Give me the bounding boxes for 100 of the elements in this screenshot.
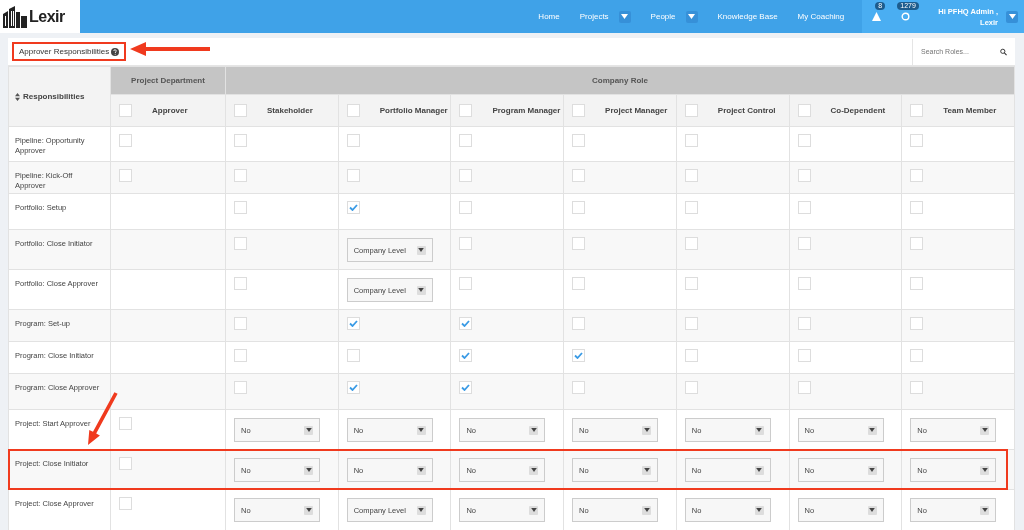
checkbox[interactable] <box>234 201 247 214</box>
checkbox[interactable] <box>459 381 473 394</box>
caret-icon <box>980 505 990 515</box>
checkbox[interactable] <box>797 104 811 117</box>
dropdown-button[interactable] <box>618 10 631 23</box>
dropdown-button[interactable] <box>685 10 698 23</box>
column-header[interactable]: Responsibilities <box>8 66 111 127</box>
checkbox[interactable] <box>572 104 586 117</box>
checkbox[interactable] <box>234 237 247 250</box>
checkbox[interactable] <box>684 169 698 182</box>
checkbox[interactable] <box>234 277 247 290</box>
warning-icon[interactable] <box>872 12 882 21</box>
checkbox[interactable] <box>684 381 698 394</box>
user-menu-button[interactable] <box>1006 10 1018 23</box>
checkbox[interactable] <box>684 317 698 330</box>
caret-icon <box>416 285 426 295</box>
checkbox[interactable] <box>459 201 473 214</box>
caret-icon <box>1008 14 1016 19</box>
checkbox[interactable] <box>797 169 811 182</box>
checkbox[interactable] <box>346 349 360 362</box>
column-header: Team Member <box>943 106 997 115</box>
arrow-icon <box>130 41 210 57</box>
caret-icon <box>304 425 313 435</box>
checkbox[interactable] <box>346 104 360 117</box>
checkbox[interactable] <box>910 277 924 290</box>
checkbox[interactable] <box>234 134 247 147</box>
checkbox[interactable] <box>119 134 132 147</box>
caret-icon <box>642 505 652 515</box>
checkbox[interactable] <box>459 237 473 250</box>
checkbox[interactable] <box>234 317 247 330</box>
checkbox[interactable] <box>797 134 811 147</box>
checkbox[interactable] <box>910 104 924 117</box>
checkbox[interactable] <box>119 417 132 430</box>
checkbox[interactable] <box>459 134 473 147</box>
checkbox[interactable] <box>572 317 586 330</box>
checkbox[interactable] <box>346 169 360 182</box>
checkbox[interactable] <box>797 201 811 214</box>
group-header: Project Department <box>110 66 226 95</box>
caret-icon <box>621 14 629 19</box>
checkbox[interactable] <box>910 169 924 182</box>
refresh-icon[interactable] <box>901 12 911 21</box>
caret-icon <box>642 465 652 475</box>
checkbox[interactable] <box>572 381 586 394</box>
checkbox[interactable] <box>234 104 247 117</box>
checkbox[interactable] <box>346 201 360 214</box>
checkbox[interactable] <box>684 349 698 362</box>
checkbox[interactable] <box>797 317 811 330</box>
column-header: Approver <box>152 106 188 115</box>
checkbox[interactable] <box>234 381 247 394</box>
group-header: Company Role <box>225 66 1015 95</box>
checkbox[interactable] <box>797 381 811 394</box>
checkbox[interactable] <box>459 169 473 182</box>
checkbox[interactable] <box>119 104 132 117</box>
checkbox[interactable] <box>910 134 924 147</box>
checkbox[interactable] <box>572 169 586 182</box>
checkbox[interactable] <box>459 317 473 330</box>
checkbox[interactable] <box>346 317 360 330</box>
checkbox[interactable] <box>119 169 132 182</box>
checkbox[interactable] <box>572 349 586 362</box>
checkbox[interactable] <box>910 381 924 394</box>
column-header: Project Control <box>717 106 776 115</box>
checkbox[interactable] <box>797 277 811 290</box>
caret-icon <box>529 425 539 435</box>
checkbox[interactable] <box>572 201 586 214</box>
column-header: Portfolio Manager <box>379 106 448 115</box>
checkbox[interactable] <box>684 277 698 290</box>
checkbox[interactable] <box>684 201 698 214</box>
column-header: Project Manager <box>605 106 668 115</box>
help-icon[interactable] <box>111 47 120 56</box>
checkbox[interactable] <box>910 237 924 250</box>
caret-icon <box>304 505 313 515</box>
checkbox[interactable] <box>910 349 924 362</box>
column-header: Co-Dependent <box>830 106 886 115</box>
checkbox[interactable] <box>459 349 473 362</box>
search-icon[interactable] <box>1000 47 1007 56</box>
checkbox[interactable] <box>234 169 247 182</box>
checkbox[interactable] <box>346 134 360 147</box>
checkbox[interactable] <box>797 349 811 362</box>
caret-icon <box>867 465 877 475</box>
checkbox[interactable] <box>234 349 247 362</box>
checkbox[interactable] <box>910 201 924 214</box>
checkbox[interactable] <box>459 277 473 290</box>
checkbox[interactable] <box>459 104 473 117</box>
caret-icon <box>867 505 877 515</box>
checkbox[interactable] <box>797 237 811 250</box>
checkbox[interactable] <box>572 134 586 147</box>
checkbox[interactable] <box>572 237 586 250</box>
checkbox[interactable] <box>684 134 698 147</box>
caret-icon <box>980 425 990 435</box>
checkbox[interactable] <box>684 104 698 117</box>
column-header-label: Responsibilities <box>23 92 85 101</box>
caret-icon <box>754 465 764 475</box>
sort-icon[interactable] <box>15 92 20 101</box>
caret-icon <box>980 465 990 475</box>
checkbox[interactable] <box>572 277 586 290</box>
checkbox[interactable] <box>119 457 132 470</box>
checkbox[interactable] <box>684 237 698 250</box>
checkbox[interactable] <box>346 381 360 394</box>
checkbox[interactable] <box>119 497 132 510</box>
checkbox[interactable] <box>910 317 924 330</box>
